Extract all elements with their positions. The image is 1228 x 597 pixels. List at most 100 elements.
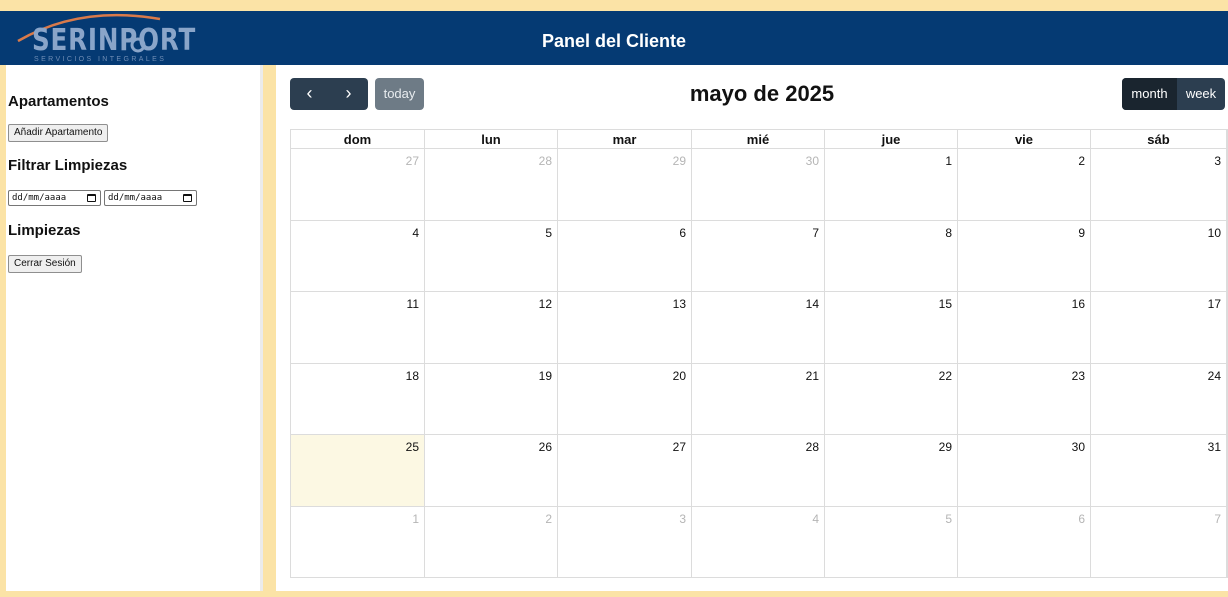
day-number[interactable]: 29	[673, 154, 686, 168]
day-cell[interactable]: 1	[291, 506, 425, 578]
day-cell[interactable]: 3	[558, 506, 692, 578]
day-cell[interactable]: 3	[1091, 149, 1227, 221]
next-month-button[interactable]: ›	[329, 78, 368, 110]
weekday-header: jue	[825, 130, 958, 149]
day-cell[interactable]: 2	[958, 149, 1091, 221]
day-number[interactable]: 18	[406, 369, 419, 383]
day-cell[interactable]: 7	[1091, 506, 1227, 578]
day-cell[interactable]: 17	[1091, 292, 1227, 364]
day-number[interactable]: 13	[673, 297, 686, 311]
day-cell[interactable]: 9	[958, 220, 1091, 292]
day-number[interactable]: 29	[939, 440, 952, 454]
cleanings-heading: Limpiezas	[8, 222, 81, 239]
day-cell[interactable]: 12	[425, 292, 558, 364]
day-cell-today[interactable]: 25	[291, 435, 425, 507]
day-number[interactable]: 2	[1078, 154, 1085, 168]
calendar-icon[interactable]	[183, 194, 192, 202]
day-number[interactable]: 19	[539, 369, 552, 383]
day-number[interactable]: 3	[679, 512, 686, 526]
day-cell[interactable]: 21	[692, 363, 825, 435]
day-number[interactable]: 6	[1078, 512, 1085, 526]
day-number[interactable]: 26	[539, 440, 552, 454]
day-cell[interactable]: 24	[1091, 363, 1227, 435]
day-cell[interactable]: 19	[425, 363, 558, 435]
day-cell[interactable]: 10	[1091, 220, 1227, 292]
day-number[interactable]: 15	[939, 297, 952, 311]
day-cell[interactable]: 30	[692, 149, 825, 221]
day-cell[interactable]: 29	[558, 149, 692, 221]
weekday-header: mié	[692, 130, 825, 149]
day-number[interactable]: 7	[1214, 512, 1221, 526]
day-number[interactable]: 1	[412, 512, 419, 526]
logout-button[interactable]: Cerrar Sesión	[8, 255, 82, 273]
day-cell[interactable]: 6	[958, 506, 1091, 578]
day-cell[interactable]: 29	[825, 435, 958, 507]
today-button[interactable]: today	[375, 78, 424, 110]
day-number[interactable]: 8	[945, 226, 952, 240]
weekday-header: lun	[425, 130, 558, 149]
day-number[interactable]: 16	[1072, 297, 1085, 311]
day-number[interactable]: 3	[1214, 154, 1221, 168]
day-cell[interactable]: 4	[692, 506, 825, 578]
day-cell[interactable]: 31	[1091, 435, 1227, 507]
day-cell[interactable]: 15	[825, 292, 958, 364]
day-cell[interactable]: 28	[692, 435, 825, 507]
day-number[interactable]: 5	[945, 512, 952, 526]
day-cell[interactable]: 6	[558, 220, 692, 292]
prev-month-button[interactable]: ‹	[290, 78, 329, 110]
week-view-button[interactable]: week	[1177, 78, 1225, 110]
day-number[interactable]: 10	[1208, 226, 1221, 240]
day-cell[interactable]: 5	[825, 506, 958, 578]
day-cell[interactable]: 20	[558, 363, 692, 435]
day-number[interactable]: 14	[806, 297, 819, 311]
day-cell[interactable]: 22	[825, 363, 958, 435]
day-cell[interactable]: 13	[558, 292, 692, 364]
day-number[interactable]: 4	[812, 512, 819, 526]
day-cell[interactable]: 27	[558, 435, 692, 507]
day-number[interactable]: 9	[1078, 226, 1085, 240]
day-cell[interactable]: 16	[958, 292, 1091, 364]
day-cell[interactable]: 26	[425, 435, 558, 507]
day-number[interactable]: 27	[406, 154, 419, 168]
day-number[interactable]: 31	[1208, 440, 1221, 454]
date-to-input[interactable]: dd/mm/aaaa	[104, 190, 197, 206]
day-cell[interactable]: 1	[825, 149, 958, 221]
day-cell[interactable]: 8	[825, 220, 958, 292]
day-number[interactable]: 28	[539, 154, 552, 168]
day-cell[interactable]: 23	[958, 363, 1091, 435]
day-cell[interactable]: 28	[425, 149, 558, 221]
day-number[interactable]: 11	[407, 297, 419, 311]
day-cell[interactable]: 27	[291, 149, 425, 221]
apartments-heading: Apartamentos	[8, 93, 109, 110]
day-cell[interactable]: 30	[958, 435, 1091, 507]
month-view-button[interactable]: month	[1122, 78, 1177, 110]
day-cell[interactable]: 2	[425, 506, 558, 578]
day-number[interactable]: 27	[673, 440, 686, 454]
day-cell[interactable]: 5	[425, 220, 558, 292]
day-number[interactable]: 30	[1072, 440, 1085, 454]
day-number[interactable]: 24	[1208, 369, 1221, 383]
day-cell[interactable]: 4	[291, 220, 425, 292]
day-number[interactable]: 4	[412, 226, 419, 240]
day-number[interactable]: 21	[806, 369, 819, 383]
day-number[interactable]: 22	[939, 369, 952, 383]
date-from-input[interactable]: dd/mm/aaaa	[8, 190, 101, 206]
day-number[interactable]: 1	[945, 154, 952, 168]
add-apartment-button[interactable]: Añadir Apartamento	[8, 124, 109, 142]
day-number[interactable]: 28	[806, 440, 819, 454]
day-number[interactable]: 6	[679, 226, 686, 240]
day-number[interactable]: 17	[1208, 297, 1221, 311]
day-cell[interactable]: 11	[291, 292, 425, 364]
day-number[interactable]: 5	[545, 226, 552, 240]
day-cell[interactable]: 18	[291, 363, 425, 435]
calendar-icon[interactable]	[87, 194, 96, 202]
day-number[interactable]: 30	[806, 154, 819, 168]
day-number[interactable]: 12	[539, 297, 552, 311]
day-number[interactable]: 23	[1072, 369, 1085, 383]
day-number[interactable]: 20	[673, 369, 686, 383]
day-cell[interactable]: 14	[692, 292, 825, 364]
day-number[interactable]: 25	[406, 440, 419, 454]
day-number[interactable]: 2	[545, 512, 552, 526]
day-cell[interactable]: 7	[692, 220, 825, 292]
day-number[interactable]: 7	[812, 226, 819, 240]
